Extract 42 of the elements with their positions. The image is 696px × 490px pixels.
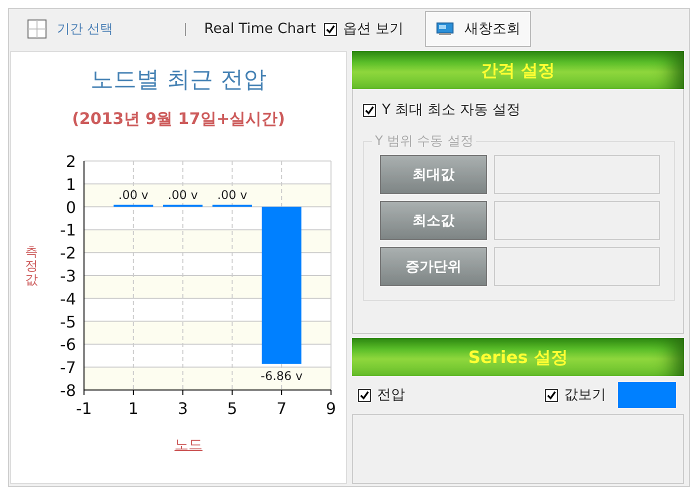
tick-label: 3 <box>178 399 188 418</box>
tick-label: 1 <box>128 399 138 418</box>
section-header: 간격 설정 <box>352 51 684 89</box>
period-select-link[interactable]: 기간 선택 <box>57 20 114 38</box>
tick-label: -8 <box>60 381 76 400</box>
value-label: .00 v <box>168 188 198 202</box>
tick-label: 5 <box>227 399 238 418</box>
axis-title: 노드 <box>174 436 202 454</box>
tick-label: 2 <box>66 152 76 171</box>
tick-label: -2 <box>60 244 76 263</box>
tick-label: -5 <box>60 312 76 332</box>
axis-title: 측정값 <box>25 246 38 288</box>
checkbox[interactable] <box>324 22 337 36</box>
checkbox-label: 값보기 <box>564 386 606 404</box>
tick-label: 7 <box>276 399 287 418</box>
value-label: .00 v <box>118 188 148 202</box>
checkbox[interactable] <box>358 388 371 402</box>
chart-subtitle: (2013년 9월 17일+실시간) <box>72 109 286 130</box>
section-header: Series 설정 <box>352 338 684 376</box>
chart-title: 노드별 최근 전압 <box>90 66 266 95</box>
checkbox[interactable] <box>363 104 376 116</box>
checkbox-label: Y 최대 최소 자동 설정 <box>382 101 520 119</box>
color-swatch[interactable] <box>618 382 676 408</box>
tick-label: 1 <box>66 174 76 194</box>
tick-label: -3 <box>60 266 76 286</box>
checkbox-label: 전압 <box>377 386 405 404</box>
tick-label: 0 <box>66 198 76 217</box>
tick-label: -1 <box>76 399 92 418</box>
group-label: Y 범위 수동 설정 <box>372 132 476 150</box>
new-window-button[interactable]: 새창조회 <box>425 11 532 47</box>
checkbox-label: 옵션 보기 <box>342 20 404 38</box>
window-icon <box>436 22 454 36</box>
chart-mode-label: Real Time Chart <box>204 21 316 37</box>
grid-icon[interactable] <box>27 19 47 39</box>
tick-label: -7 <box>60 358 76 378</box>
tick-label: -4 <box>60 289 76 308</box>
tick-label: -6 <box>60 335 76 354</box>
tick-label: 9 <box>326 399 336 418</box>
value-label: .00 v <box>217 188 248 202</box>
value-label: -6.86 v <box>260 368 303 383</box>
tick-label: -1 <box>60 220 76 240</box>
checkbox[interactable] <box>545 388 558 402</box>
